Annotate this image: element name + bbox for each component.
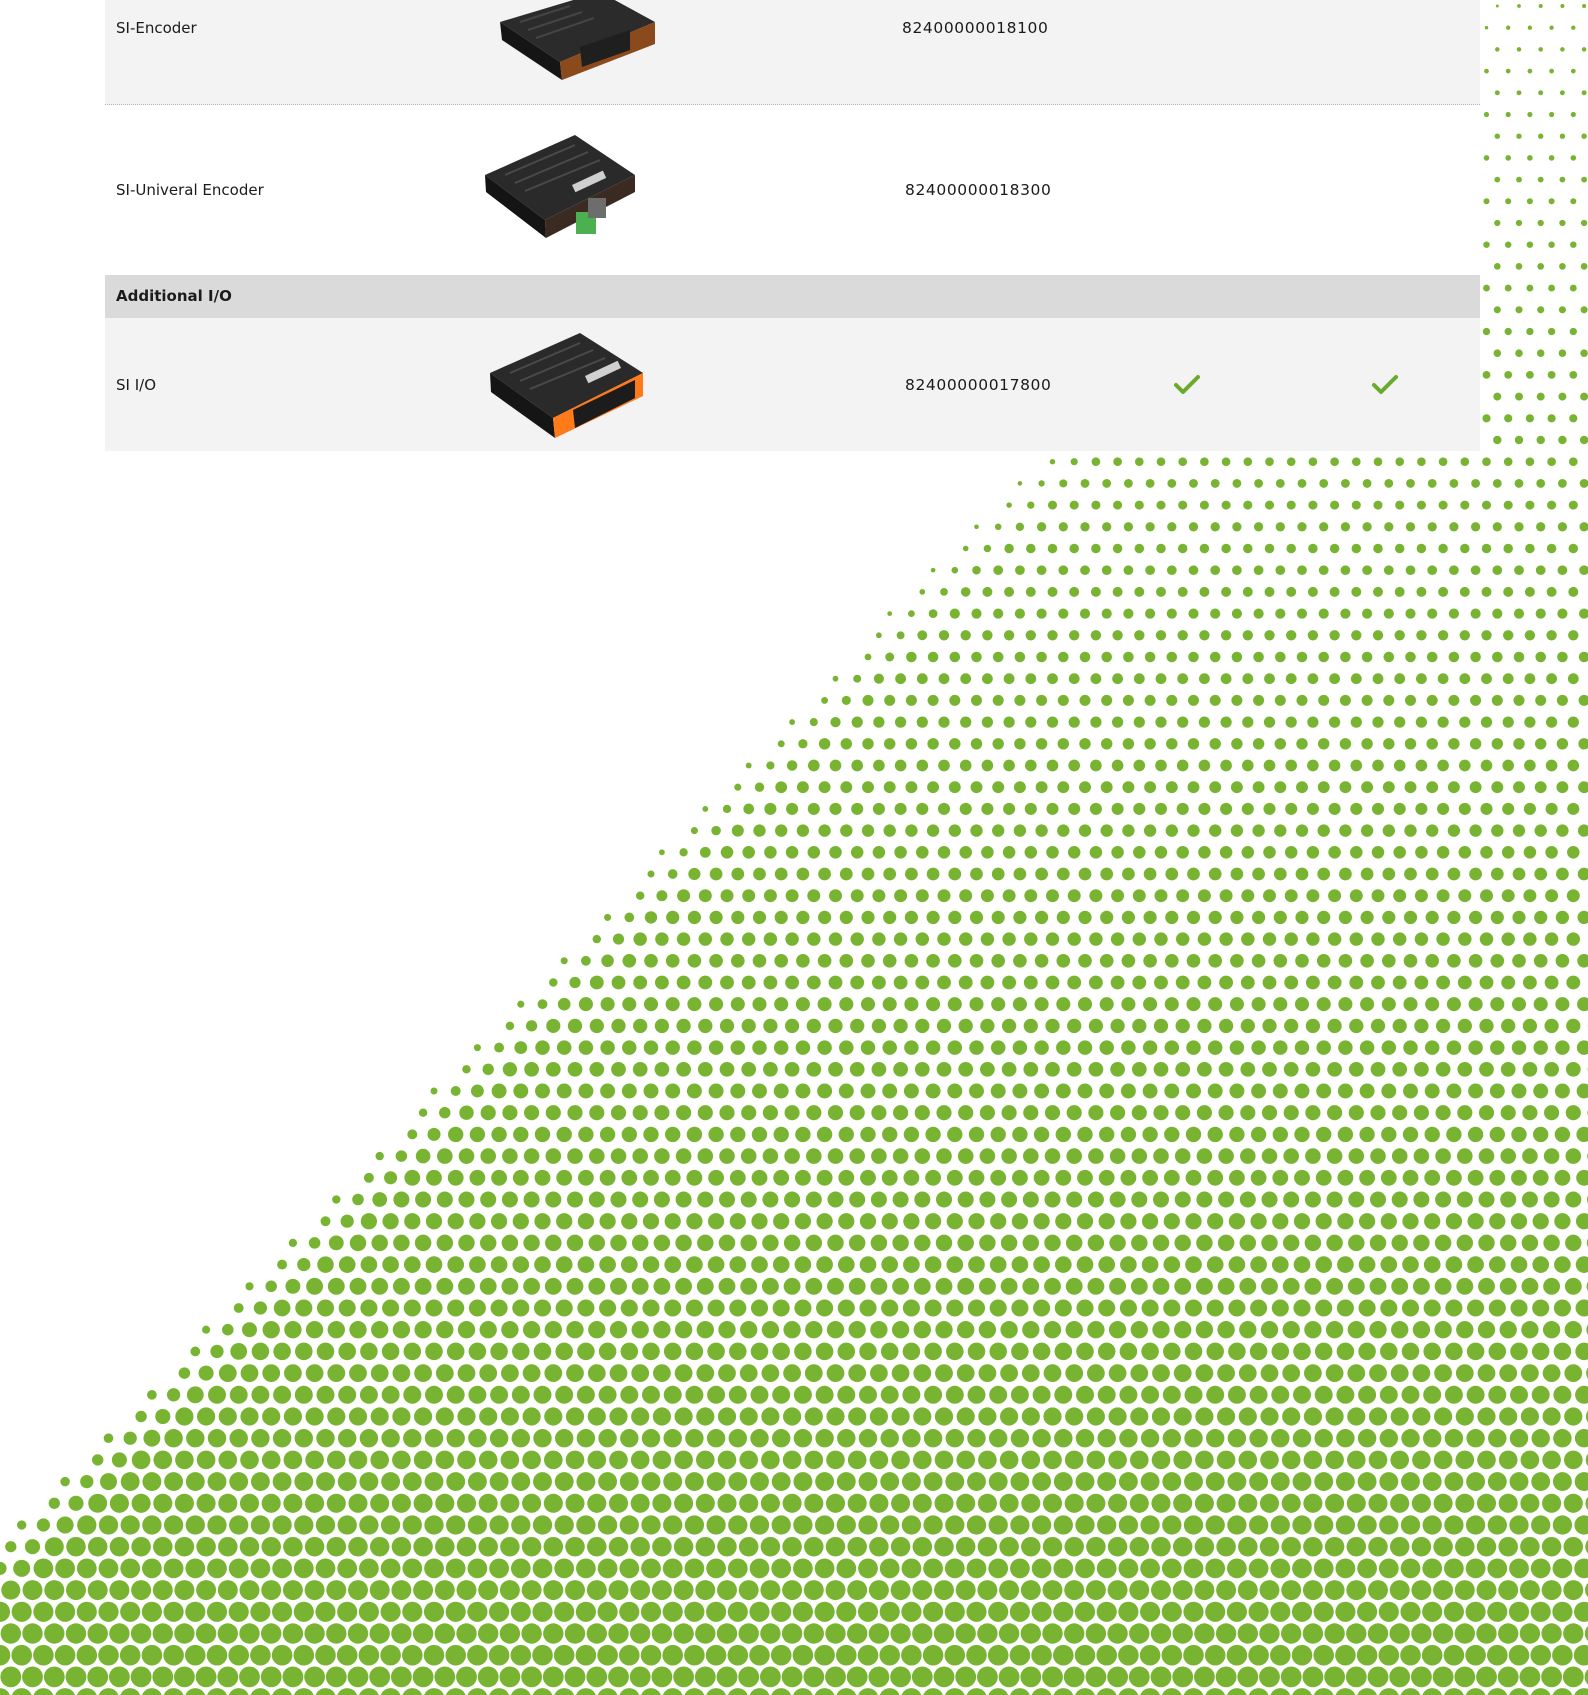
part-number: 82400000018300 <box>905 181 1052 199</box>
part-number: 82400000018100 <box>902 19 1049 37</box>
check-icon <box>1174 375 1200 394</box>
io-module-image <box>490 333 643 438</box>
table-row: SI-Univeral Encoder 82400000018300 <box>105 105 1480 275</box>
table-row: SI I/O 82400000017800 <box>105 318 1480 451</box>
section-header: Additional I/O <box>105 275 1480 318</box>
encoder-module-image <box>500 0 655 80</box>
option-modules-table: SI-Encoder 82400000018100 SI-Univeral En… <box>105 0 1480 451</box>
universal-encoder-module-image <box>485 135 635 238</box>
table-row: SI-Encoder 82400000018100 <box>105 0 1480 105</box>
check-icon <box>1372 375 1398 394</box>
module-name: SI-Encoder <box>116 19 197 37</box>
part-number: 82400000017800 <box>905 376 1052 394</box>
section-title: Additional I/O <box>116 287 232 305</box>
module-name: SI-Univeral Encoder <box>116 181 264 199</box>
module-name: SI I/O <box>116 376 156 394</box>
